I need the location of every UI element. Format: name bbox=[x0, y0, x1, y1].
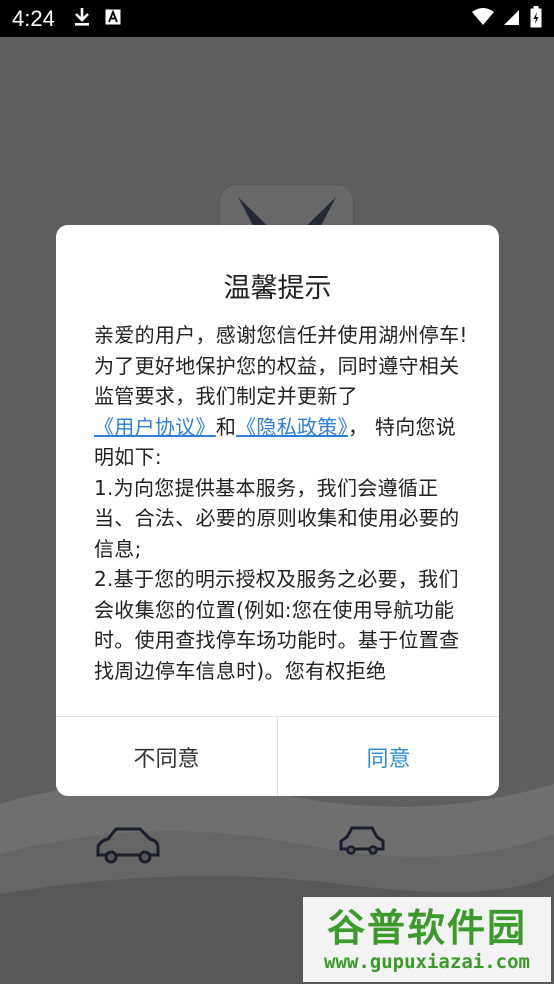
privacy-dialog: 温馨提示 亲爱的用户，感谢您信任并使用湖州停车!为了更好地保护您的权益，同时遵守… bbox=[56, 225, 499, 796]
font-a-icon bbox=[105, 9, 121, 29]
body-point-2: 2.基于您的明示授权及服务之必要，我们会收集您的位置(例如:您在使用导航功能时。… bbox=[94, 567, 460, 683]
status-time: 4:24 bbox=[12, 5, 55, 31]
download-icon bbox=[73, 7, 91, 31]
wifi-icon bbox=[472, 7, 494, 30]
battery-icon bbox=[530, 5, 542, 32]
disagree-button[interactable]: 不同意 bbox=[56, 717, 277, 796]
dialog-title: 温馨提示 bbox=[223, 273, 332, 304]
signal-icon bbox=[504, 8, 520, 30]
watermark-title: 谷普软件园 bbox=[326, 905, 527, 950]
agree-button[interactable]: 同意 bbox=[278, 717, 499, 796]
watermark: 谷普软件园 www.gupuxiazai.com bbox=[303, 897, 551, 982]
body-point-1: 1.为向您提供基本服务，我们会遵循正当、合法、必要的原则收集和使用必要的信息; bbox=[94, 475, 460, 561]
watermark-url: www.gupuxiazai.com bbox=[324, 950, 530, 973]
and-text: 和 bbox=[215, 414, 237, 439]
dialog-body-scroll[interactable]: 亲爱的用户，感谢您信任并使用湖州停车!为了更好地保护您的权益，同时遵守相关监管要… bbox=[94, 320, 469, 692]
status-bar: 4:24 bbox=[0, 0, 554, 37]
body-intro-text: 亲爱的用户，感谢您信任并使用湖州停车!为了更好地保护您的权益，同时遵守相关监管要… bbox=[94, 323, 468, 408]
user-agreement-link[interactable]: 《用户协议》 bbox=[94, 415, 216, 439]
privacy-policy-link[interactable]: 《隐私政策》 bbox=[236, 415, 348, 439]
